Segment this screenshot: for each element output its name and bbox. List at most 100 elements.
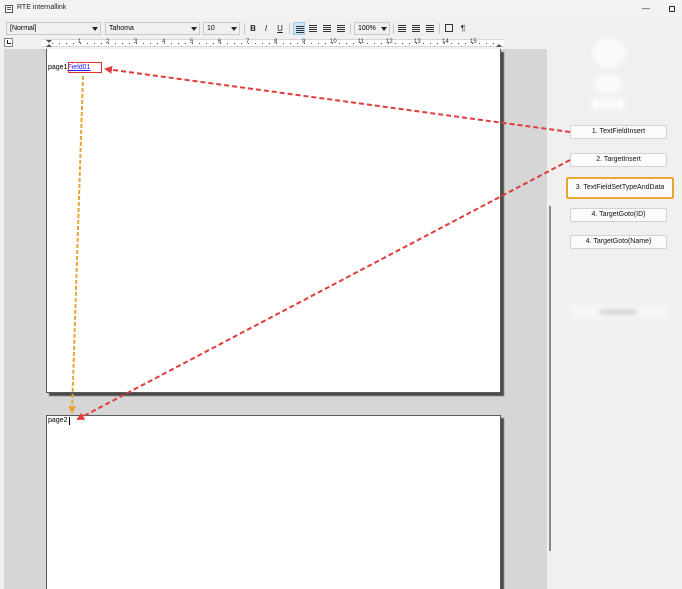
- left-indent-marker[interactable]: [46, 44, 52, 47]
- format-toolbar: [Normal] Tahoma 10 B I U 100% ¶: [4, 21, 552, 37]
- outline-list-icon: [426, 25, 434, 26]
- ruler-tick: [199, 43, 200, 44]
- paragraph-format-button[interactable]: [443, 22, 455, 35]
- ruler-tick: [143, 43, 144, 44]
- style-combo[interactable]: [Normal]: [6, 22, 101, 35]
- ruler-number: 2: [106, 39, 110, 45]
- ruler-tick: [150, 43, 151, 44]
- paragraph-format-icon: [445, 24, 453, 32]
- italic-button[interactable]: I: [260, 22, 272, 35]
- justify-icon: [337, 25, 345, 26]
- editor-area[interactable]: page1Field01 page2: [4, 49, 552, 589]
- zoom-combo[interactable]: 100%: [354, 22, 390, 35]
- ruler-tick: [192, 43, 193, 44]
- ruler-number: 10: [330, 39, 337, 45]
- chevron-down-icon: [191, 27, 197, 31]
- chevron-down-icon: [231, 27, 237, 31]
- right-indent-marker[interactable]: [496, 44, 502, 47]
- ruler-tick: [164, 43, 165, 44]
- ruler-tick: [262, 43, 263, 44]
- ruler-tick: [213, 43, 214, 44]
- maximize-button[interactable]: [667, 4, 677, 14]
- target-goto-name-button[interactable]: 4. TargetGoto(Name): [570, 235, 667, 249]
- bold-button[interactable]: B: [247, 22, 259, 35]
- document-page-2[interactable]: page2: [46, 415, 501, 589]
- ruler-tick: [241, 43, 242, 44]
- ruler-tick: [171, 43, 172, 44]
- ruler-number: 15: [470, 39, 477, 45]
- ruler-number: 6: [218, 39, 222, 45]
- numbered-list-button[interactable]: [396, 22, 408, 35]
- align-left-icon: [296, 26, 304, 27]
- vertical-scrollbar[interactable]: [547, 49, 552, 589]
- ruler-tick: [234, 43, 235, 44]
- ruler-tick: [493, 43, 494, 44]
- ruler-tick: [388, 43, 389, 44]
- ruler-tick: [220, 43, 221, 44]
- align-right-button[interactable]: [321, 22, 333, 35]
- ruler-number: 13: [414, 39, 421, 45]
- ruler-tick: [136, 43, 137, 44]
- first-line-indent-marker[interactable]: [46, 40, 52, 43]
- target-insert-button[interactable]: 2. TargetInsert: [570, 153, 667, 167]
- align-center-button[interactable]: [307, 22, 319, 35]
- bullet-list-button[interactable]: [410, 22, 422, 35]
- toolbar-separator: [289, 23, 290, 34]
- align-right-icon: [323, 25, 331, 26]
- ruler-number: 3: [134, 39, 138, 45]
- ruler-tick: [451, 43, 452, 44]
- blurred-side-image: [594, 74, 622, 94]
- blurred-side-image: [590, 98, 626, 110]
- ruler-tick: [122, 43, 123, 44]
- target-goto-id-button[interactable]: 4. TargetGoto(ID): [570, 208, 667, 222]
- font-size-value: 10: [207, 25, 215, 32]
- show-marks-button[interactable]: ¶: [457, 22, 469, 35]
- ruler-tick: [185, 43, 186, 44]
- ruler-tick: [115, 43, 116, 44]
- document-page-1[interactable]: page1Field01: [46, 49, 501, 393]
- ruler-tick: [486, 43, 487, 44]
- chevron-down-icon: [92, 27, 98, 31]
- toolbar-separator: [393, 23, 394, 34]
- ruler-tick: [416, 43, 417, 44]
- ruler-tick: [157, 43, 158, 44]
- tab-stop-selector[interactable]: [4, 38, 13, 47]
- ruler-tick: [73, 43, 74, 44]
- window-title: RTE internallink: [17, 4, 67, 11]
- ruler-tick: [402, 43, 403, 44]
- app-icon: [5, 5, 13, 13]
- ruler-tick: [94, 43, 95, 44]
- text-caret: [69, 417, 70, 425]
- ruler-tick: [108, 43, 109, 44]
- align-left-button[interactable]: [293, 22, 305, 35]
- ruler-tick: [129, 43, 130, 44]
- numbered-list-icon: [398, 25, 406, 26]
- ruler-tick: [276, 43, 277, 44]
- ruler-tick: [444, 43, 445, 44]
- ruler-number: 9: [302, 39, 306, 45]
- underline-button[interactable]: U: [274, 22, 286, 35]
- ruler-row: 1 2 3 4 5 6 7 8 9 10 11 12 13 14 15: [4, 38, 552, 48]
- scrollbar-thumb[interactable]: [549, 206, 551, 551]
- ruler-tick: [360, 43, 361, 44]
- ruler-tick: [437, 43, 438, 44]
- text-field-set-type-and-data-button[interactable]: 3. TextFieldSetTypeAndData: [566, 177, 674, 199]
- ruler-number: 12: [386, 39, 393, 45]
- ruler-number: 11: [358, 39, 365, 45]
- font-size-combo[interactable]: 10: [203, 22, 240, 35]
- ruler-tick: [374, 43, 375, 44]
- ruler-tick: [87, 43, 88, 44]
- ruler-tick: [430, 43, 431, 44]
- justify-button[interactable]: [335, 22, 347, 35]
- ruler[interactable]: 1 2 3 4 5 6 7 8 9 10 11 12 13 14 15: [42, 39, 504, 47]
- ruler-number: 8: [274, 39, 278, 45]
- text-field-insert-button[interactable]: 1. TextFieldInsert: [570, 125, 667, 139]
- minimize-button[interactable]: —: [641, 4, 651, 14]
- outline-list-button[interactable]: [424, 22, 436, 35]
- ruler-tick: [332, 43, 333, 44]
- bullet-list-icon: [412, 25, 420, 26]
- ruler-tick: [381, 43, 382, 44]
- font-value: Tahoma: [109, 25, 134, 32]
- font-combo[interactable]: Tahoma: [105, 22, 200, 35]
- blurred-button: [570, 305, 667, 319]
